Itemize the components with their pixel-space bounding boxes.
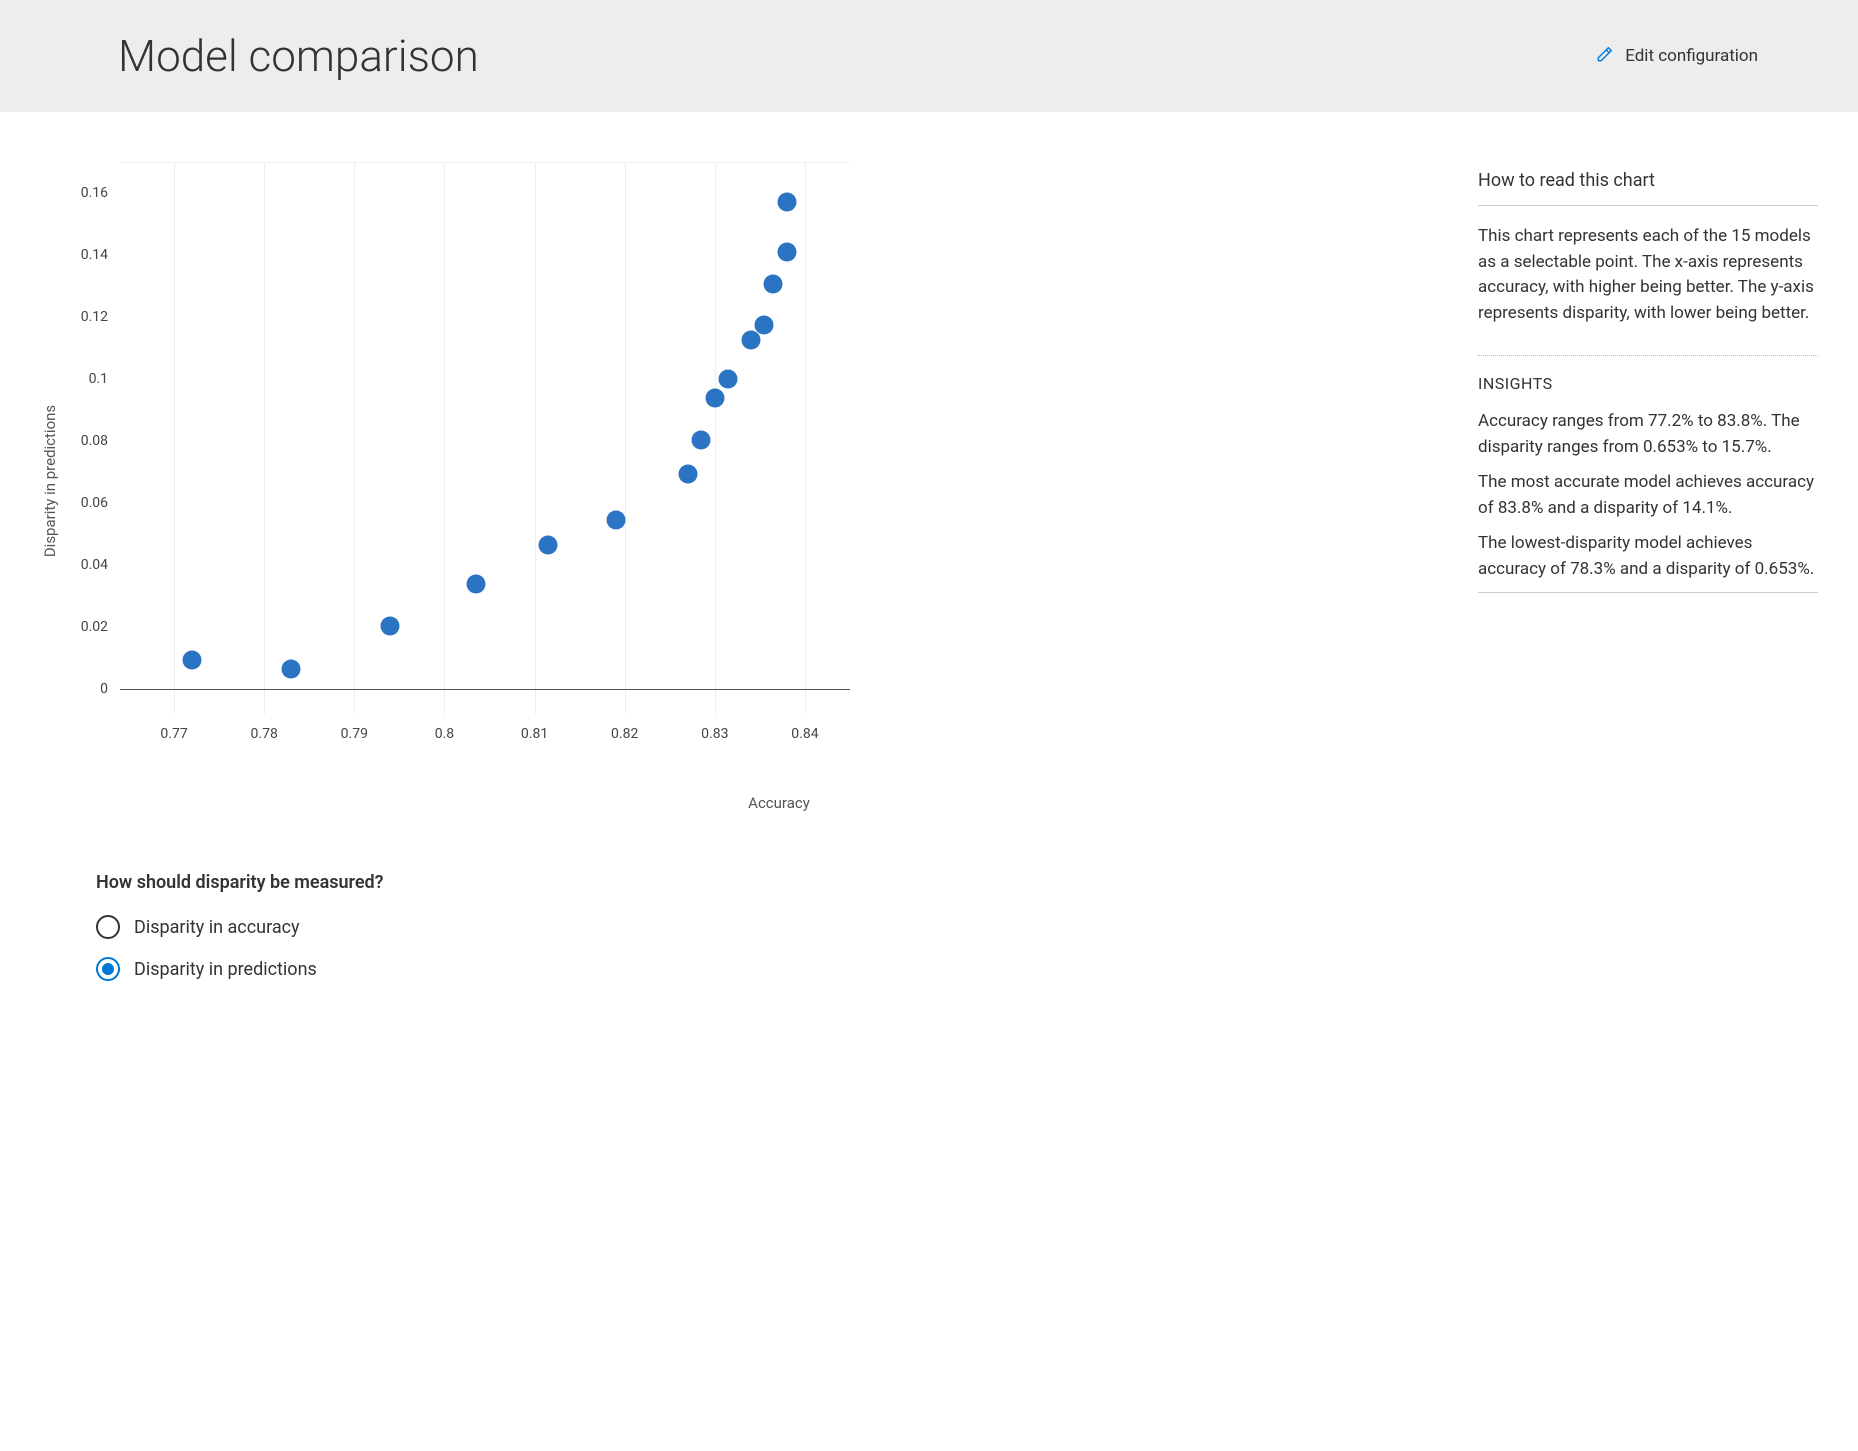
radio-icon [96,915,120,939]
header-bar: Model comparison Edit configuration [0,0,1858,112]
model-point[interactable] [539,535,558,554]
radio-label: Disparity in accuracy [134,917,300,938]
x-tick-label: 0.78 [251,726,278,742]
y-tick-label: 0.14 [81,247,108,263]
model-point[interactable] [692,430,711,449]
howto-title: How to read this chart [1478,170,1818,191]
y-tick-label: 0.08 [81,433,108,449]
model-point[interactable] [466,574,485,593]
x-tick-label: 0.81 [521,726,548,742]
x-tick-label: 0.77 [160,726,187,742]
insight-text: The most accurate model achieves accurac… [1478,470,1818,521]
radio-disparity-predictions[interactable]: Disparity in predictions [96,957,1438,981]
x-tick-label: 0.84 [791,726,818,742]
howto-text: This chart represents each of the 15 mod… [1478,224,1818,326]
edit-configuration-link[interactable]: Edit configuration [1595,44,1758,69]
insight-text: The lowest-disparity model achieves accu… [1478,531,1818,582]
model-point[interactable] [606,511,625,530]
y-tick-label: 0 [100,681,108,697]
y-tick-label: 0.04 [81,557,108,573]
model-point[interactable] [678,464,697,483]
y-tick-label: 0.12 [81,309,108,325]
y-tick-label: 0.06 [81,495,108,511]
y-axis-label: Disparity in predictions [41,405,59,557]
model-point[interactable] [777,193,796,212]
y-tick-label: 0.16 [81,185,108,201]
page-title: Model comparison [118,30,479,82]
model-point[interactable] [183,650,202,669]
y-tick-label: 0.02 [81,619,108,635]
model-point[interactable] [741,331,760,350]
info-panel: How to read this chart This chart repres… [1478,152,1818,999]
scatter-chart: Disparity in predictions 0.77 0.78 0.79 0.8… [40,152,860,792]
insights-heading: INSIGHTS [1478,374,1818,393]
disparity-question-title: How should disparity be measured? [96,872,1438,893]
model-point[interactable] [381,616,400,635]
x-tick-label: 0.8 [435,726,454,742]
edit-configuration-label: Edit configuration [1625,46,1758,66]
radio-disparity-accuracy[interactable]: Disparity in accuracy [96,915,1438,939]
x-tick-label: 0.79 [341,726,368,742]
radio-icon [96,957,120,981]
model-point[interactable] [282,659,301,678]
model-point[interactable] [777,242,796,261]
x-tick-label: 0.82 [611,726,638,742]
y-tick-label: 0.1 [89,371,108,387]
x-tick-label: 0.83 [701,726,728,742]
model-point[interactable] [719,370,738,389]
model-point[interactable] [755,315,774,334]
radio-label: Disparity in predictions [134,959,317,980]
insight-text: Accuracy ranges from 77.2% to 83.8%. The… [1478,409,1818,460]
model-point[interactable] [764,275,783,294]
pencil-icon [1595,44,1615,69]
x-axis-label: Accuracy [40,794,1438,812]
model-point[interactable] [705,388,724,407]
